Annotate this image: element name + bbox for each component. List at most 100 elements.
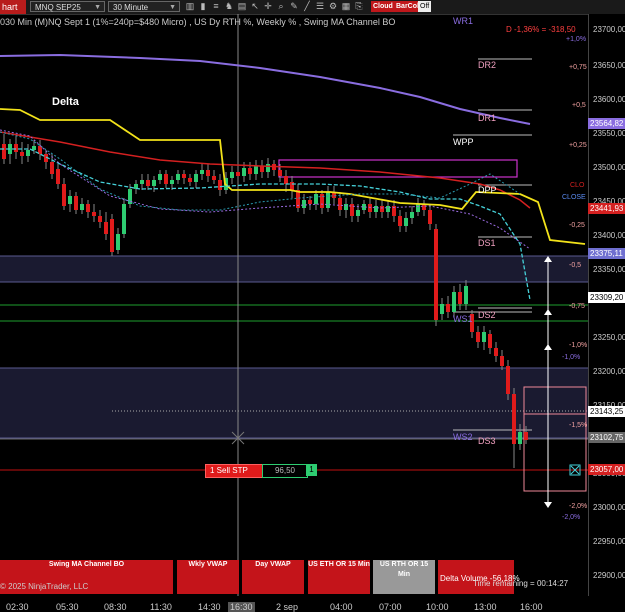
indicators-icon[interactable]: ≡ [211, 1, 221, 12]
candle-body [98, 216, 102, 222]
strategy-icon[interactable]: ♞ [224, 1, 234, 12]
arrow-down-icon [544, 502, 552, 508]
candle-body [290, 182, 294, 190]
pct-label: -1,0% [562, 354, 581, 361]
gear-icon[interactable]: ⚙ [328, 1, 338, 12]
order-qty-badge[interactable]: 1 [306, 464, 317, 476]
candle-body [326, 192, 330, 208]
candle-body [278, 170, 282, 176]
clo-label: CLO [570, 182, 585, 189]
wpp-label: WPP [453, 137, 474, 147]
price-chart[interactable] [0, 14, 588, 596]
time-tick: 16:00 [520, 602, 543, 612]
time-tick-current: 16:30 [228, 602, 255, 612]
off-toggle[interactable]: Off [418, 1, 432, 12]
attach-icon[interactable]: ⎘ [354, 1, 364, 12]
templates-icon[interactable]: ▤ [237, 1, 247, 12]
copyright-text: © 2025 NinjaTrader, LLC [0, 582, 89, 591]
pointer-icon[interactable]: ↖ [250, 1, 260, 12]
pct-label: -2,0% [569, 503, 588, 510]
ws2-label: WS2 [453, 432, 473, 442]
candle-body [380, 206, 384, 212]
time-tick: 2 sep [276, 602, 299, 612]
candle-body [266, 164, 270, 172]
price-tick: 23650,00 [593, 61, 625, 70]
price-tick: 22900,00 [593, 571, 625, 580]
wkly-vwap-button[interactable]: Wkly VWAP [177, 560, 239, 594]
crosshair-icon[interactable]: ✛ [263, 1, 273, 12]
price-label-wr: 23564,82 [588, 118, 625, 129]
candle-body [80, 204, 84, 210]
candle-body [374, 206, 378, 212]
candle-body [74, 196, 78, 210]
line-icon[interactable]: ╱ [302, 1, 312, 12]
time-tick: 02:30 [6, 602, 29, 612]
candle-body [506, 366, 510, 394]
fib-icon[interactable]: ☰ [315, 1, 325, 12]
candles-icon[interactable]: ▮ [198, 1, 208, 12]
price-label-red: 23441,93 [588, 203, 625, 214]
us-rth-or-button[interactable]: US RTH OR 15 Min [373, 560, 435, 594]
timeframe-selector[interactable]: 30 Minute ▼ [108, 1, 180, 12]
chart-tab[interactable]: hart [0, 0, 26, 14]
dr1-label: DR1 [478, 113, 497, 123]
pct-label: -0,25 [569, 222, 585, 229]
pencil-icon[interactable]: ✎ [289, 1, 299, 12]
candle-body [344, 204, 348, 210]
chart-properties-icon[interactable]: ▦ [341, 1, 351, 12]
ws1-label: WS1 [453, 314, 473, 324]
candle-body [260, 166, 264, 172]
zoom-icon[interactable]: ⌕ [276, 1, 286, 12]
pct-label: +0,75 [569, 64, 587, 71]
arrow-up-icon [544, 309, 552, 315]
candle-body [14, 144, 18, 152]
price-label-zone: 23375,11 [588, 248, 625, 259]
candle-body [158, 174, 162, 180]
delta-label: Delta [52, 96, 79, 108]
pct-label: -1,5% [569, 422, 588, 429]
candle-body [254, 166, 258, 174]
candle-body [524, 432, 528, 440]
candle-body [176, 174, 180, 180]
instrument-selector[interactable]: MNQ SEP25 ▼ [30, 1, 105, 12]
bars-icon[interactable]: ▥ [185, 1, 195, 12]
candle-body [314, 194, 318, 204]
time-tick: 04:00 [330, 602, 353, 612]
day-vwap-button[interactable]: Day VWAP [242, 560, 304, 594]
price-tick: 23500,00 [593, 163, 625, 172]
candle-body [458, 292, 462, 304]
dr2-label: DR2 [478, 60, 497, 70]
dpp-label: DPP [478, 185, 497, 195]
price-tick: 23200,00 [593, 367, 625, 376]
pct-label: -0,5 [569, 262, 582, 269]
ds2-label: DS2 [478, 310, 496, 320]
time-tick: 05:30 [56, 602, 79, 612]
candle-body [248, 168, 252, 174]
us-eth-or-button[interactable]: US ETH OR 15 Min [308, 560, 370, 594]
cloud-button[interactable]: Cloud [371, 1, 395, 12]
candle-body [356, 210, 360, 216]
price-axis[interactable]: 23700,00 23650,00 23600,00 23550,00 2350… [588, 14, 625, 596]
price-tick: 23700,00 [593, 25, 625, 34]
price-tick: 23000,00 [593, 503, 625, 512]
candle-body [236, 172, 240, 176]
sell-stop-order-button[interactable]: 1 Sell STP [205, 464, 265, 478]
candle-body [170, 180, 174, 184]
candle-body [146, 180, 150, 186]
order-price-field[interactable]: 96,50 [262, 464, 308, 478]
candle-body [188, 178, 192, 182]
time-remaining-text: Time remaining = 00:14:27 [473, 579, 569, 588]
candle-body [404, 218, 408, 226]
barcol-button[interactable]: BarCol [394, 1, 421, 12]
pct-label: -2,0% [562, 514, 581, 521]
candle-body [440, 304, 444, 314]
candle-body [56, 169, 60, 184]
candle-body [464, 286, 468, 304]
candle-body [500, 356, 504, 366]
candle-body [368, 204, 372, 212]
candle-body [410, 212, 414, 218]
candle-body [428, 210, 432, 224]
price-label-order: 23057,00 [588, 464, 625, 475]
candle-body [68, 196, 72, 204]
candle-body [92, 212, 96, 216]
